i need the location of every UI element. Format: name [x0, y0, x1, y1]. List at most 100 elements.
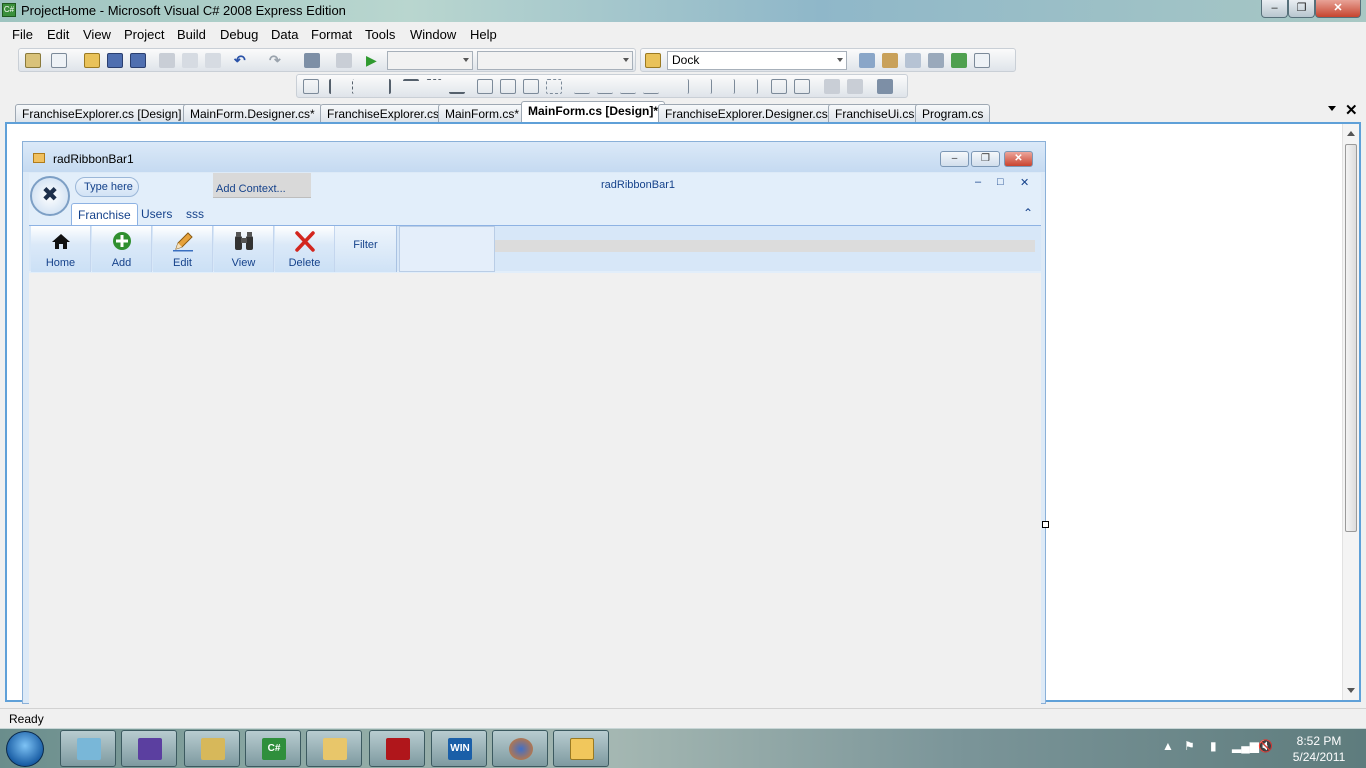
- menu-window[interactable]: Window: [410, 27, 456, 42]
- copy-icon[interactable]: [182, 53, 198, 68]
- home-button[interactable]: Home: [31, 226, 91, 272]
- ribbon-minimize-icon[interactable]: –: [975, 176, 981, 188]
- delete-button[interactable]: Delete: [275, 226, 335, 272]
- increase-horizontal-spacing-icon[interactable]: [597, 79, 613, 94]
- tab-franchiseexplorer-cs[interactable]: FranchiseExplorer.cs: [320, 104, 447, 122]
- show-hidden-icons-icon[interactable]: ▲: [1162, 739, 1174, 753]
- taskbar-database-tool[interactable]: [184, 730, 240, 767]
- form-client-area[interactable]: [29, 273, 1041, 705]
- form-close-button[interactable]: ✕: [1004, 151, 1033, 167]
- start-page-icon[interactable]: [951, 53, 967, 68]
- taskbar-visual-studio-app[interactable]: [121, 730, 177, 767]
- ribbon-tab-sss[interactable]: sss: [180, 203, 210, 225]
- close-button[interactable]: ✕: [1315, 0, 1361, 18]
- tab-franchiseui[interactable]: FranchiseUi.cs: [828, 104, 922, 122]
- paste-icon[interactable]: [205, 53, 221, 68]
- menu-debug[interactable]: Debug: [220, 27, 258, 42]
- align-rights-icon[interactable]: [375, 79, 391, 94]
- taskbar-firefox[interactable]: [492, 730, 548, 767]
- tab-mainform-cs[interactable]: MainForm.cs*: [438, 104, 527, 122]
- tab-order-icon[interactable]: [877, 79, 893, 94]
- application-menu-button[interactable]: ✖: [30, 176, 70, 216]
- size-to-grid-icon[interactable]: [546, 79, 562, 94]
- center-vertically-icon[interactable]: [794, 79, 810, 94]
- ribbon-collapse-icon[interactable]: ⌃: [1023, 206, 1033, 220]
- align-to-grid-icon[interactable]: [303, 79, 319, 94]
- undo-icon[interactable]: ↶: [234, 53, 250, 68]
- save-icon[interactable]: [107, 53, 123, 68]
- main-form[interactable]: radRibbonBar1 – ❐ ✕ ✖ Type here Add Cont…: [22, 141, 1046, 705]
- resize-handle[interactable]: [1042, 521, 1049, 528]
- menu-edit[interactable]: Edit: [47, 27, 69, 42]
- navigate-backward-icon[interactable]: [304, 53, 320, 68]
- ribbon-tab-users[interactable]: Users: [135, 203, 178, 225]
- redo-icon[interactable]: ↷: [269, 53, 285, 68]
- ribbon-maximize-icon[interactable]: □: [997, 176, 1004, 188]
- open-folder-icon[interactable]: [84, 53, 100, 68]
- minimize-button[interactable]: –: [1261, 0, 1288, 18]
- taskbar-notes-app[interactable]: [60, 730, 116, 767]
- properties-window-icon[interactable]: [905, 53, 921, 68]
- menu-tools[interactable]: Tools: [365, 27, 395, 42]
- add-item-icon[interactable]: [51, 53, 67, 68]
- align-tops-icon[interactable]: [403, 79, 419, 94]
- view-button[interactable]: View: [214, 226, 274, 272]
- find-combo[interactable]: [477, 51, 633, 70]
- menu-data[interactable]: Data: [271, 27, 298, 42]
- taskbar-acrobat[interactable]: [369, 730, 425, 767]
- network-signal-icon[interactable]: ▂▄▆: [1232, 739, 1259, 753]
- make-same-width-icon[interactable]: [477, 79, 493, 94]
- navigate-forward-icon[interactable]: [336, 53, 352, 68]
- add-context-button[interactable]: Add Context...: [213, 173, 311, 198]
- align-lefts-icon[interactable]: [329, 79, 345, 94]
- scroll-thumb[interactable]: [1345, 144, 1357, 532]
- form-minimize-button[interactable]: –: [940, 151, 969, 167]
- menu-view[interactable]: View: [83, 27, 111, 42]
- center-horizontally-icon[interactable]: [771, 79, 787, 94]
- taskbar-win-app[interactable]: WIN: [431, 730, 487, 767]
- menu-file[interactable]: File: [12, 27, 33, 42]
- tab-franchiseexplorer-designer[interactable]: FranchiseExplorer.Designer.cs: [658, 104, 835, 122]
- start-button[interactable]: [6, 731, 44, 767]
- menu-format[interactable]: Format: [311, 27, 352, 42]
- form-maximize-button[interactable]: ❐: [971, 151, 1000, 167]
- empty-ribbon-group[interactable]: [399, 226, 495, 272]
- menu-project[interactable]: Project: [124, 27, 164, 42]
- volume-muted-icon[interactable]: 🔇: [1258, 739, 1273, 753]
- maximize-button[interactable]: ❐: [1288, 0, 1315, 18]
- tab-program[interactable]: Program.cs: [915, 104, 991, 122]
- tab-franchiseexplorer-design[interactable]: FranchiseExplorer.cs [Design]: [15, 104, 189, 122]
- find-in-files-icon[interactable]: [859, 53, 875, 68]
- align-bottoms-icon[interactable]: [449, 79, 465, 94]
- horizontal-spacing-equal-icon[interactable]: [574, 79, 590, 94]
- align-middles-icon[interactable]: [426, 79, 442, 94]
- start-debugging-icon[interactable]: ▶: [366, 53, 382, 68]
- vertical-spacing-equal-icon[interactable]: [673, 79, 689, 94]
- scroll-down-icon[interactable]: [1347, 688, 1355, 693]
- vertical-scrollbar[interactable]: [1342, 124, 1359, 700]
- new-project-icon[interactable]: [25, 53, 41, 68]
- quick-access-input[interactable]: Type here: [75, 177, 139, 197]
- ribbon-close-icon[interactable]: ✕: [1020, 176, 1029, 189]
- remove-horizontal-spacing-icon[interactable]: [643, 79, 659, 94]
- dock-combo[interactable]: Dock: [667, 51, 847, 70]
- increase-vertical-spacing-icon[interactable]: [696, 79, 712, 94]
- save-all-icon[interactable]: [130, 53, 146, 68]
- decrease-vertical-spacing-icon[interactable]: [719, 79, 735, 94]
- tab-mainform-designer[interactable]: MainForm.Designer.cs*: [183, 104, 322, 122]
- battery-icon[interactable]: ▮: [1210, 739, 1217, 753]
- solution-explorer-icon[interactable]: [882, 53, 898, 68]
- decrease-horizontal-spacing-icon[interactable]: [620, 79, 636, 94]
- add-button[interactable]: Add: [92, 226, 152, 272]
- make-same-height-icon[interactable]: [500, 79, 516, 94]
- make-same-size-icon[interactable]: [523, 79, 539, 94]
- filter-button[interactable]: Filter: [335, 226, 397, 272]
- taskbar-presentation-app[interactable]: [553, 730, 609, 767]
- toolbox-icon[interactable]: [928, 53, 944, 68]
- close-document-icon[interactable]: ✕: [1345, 101, 1358, 119]
- tab-list-dropdown-icon[interactable]: [1328, 106, 1336, 111]
- send-to-back-icon[interactable]: [847, 79, 863, 94]
- remove-vertical-spacing-icon[interactable]: [742, 79, 758, 94]
- taskbar-csharp-express[interactable]: C#: [245, 730, 301, 767]
- ribbon-tab-franchise[interactable]: Franchise: [71, 203, 138, 225]
